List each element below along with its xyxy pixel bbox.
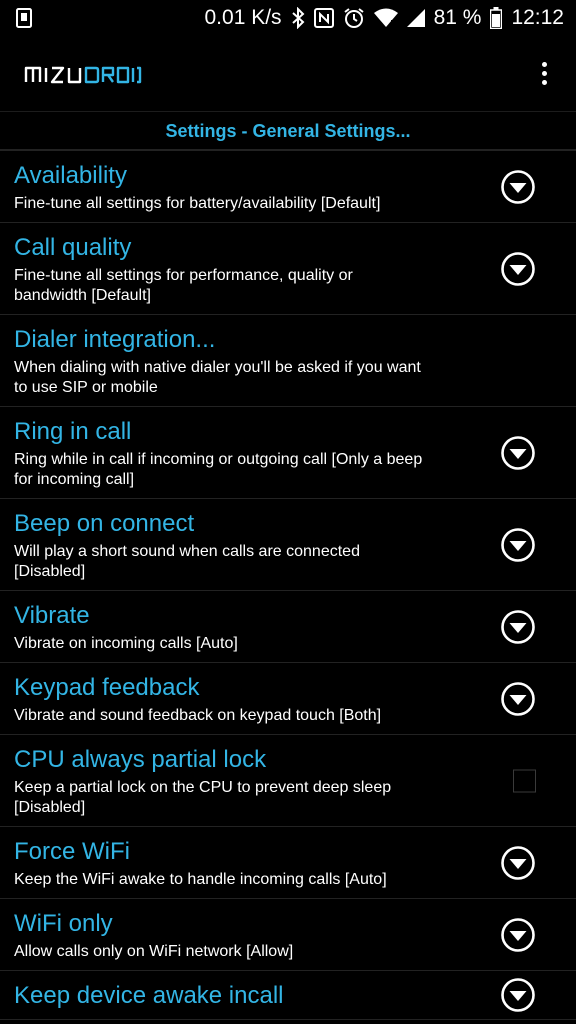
app-logo xyxy=(24,64,142,84)
pref-summary: Ring while in call if incoming or outgoi… xyxy=(14,451,423,488)
app-bar xyxy=(0,36,576,112)
pref-item-keep-device-awake-incall[interactable]: Keep device awake incall xyxy=(0,971,576,1020)
cell-signal-icon xyxy=(406,9,425,27)
pref-summary: Allow calls only on WiFi network [Allow] xyxy=(14,943,294,960)
dropdown-arrow-icon[interactable] xyxy=(500,609,536,645)
pref-title: CPU always partial lock xyxy=(14,746,267,773)
pref-item-ring-in-call[interactable]: Ring in call Ring while in call if incomi… xyxy=(0,407,576,499)
pref-item-availability[interactable]: Availability Fine-tune all settings for b… xyxy=(0,151,576,223)
pref-title: WiFi only xyxy=(14,910,113,937)
dropdown-arrow-icon[interactable] xyxy=(500,251,536,287)
pref-summary: Vibrate on incoming calls [Auto] xyxy=(14,635,238,652)
pref-title: Call quality xyxy=(14,234,132,261)
pref-summary: When dialing with native dialer you'll b… xyxy=(14,359,421,396)
pref-item-vibrate[interactable]: Vibrate Vibrate on incoming calls [Auto] xyxy=(0,591,576,663)
checkbox[interactable] xyxy=(513,769,536,792)
preferences-list: Availability Fine-tune all settings for b… xyxy=(0,151,576,1020)
pref-item-beep-on-connect[interactable]: Beep on connect Will play a short sound w… xyxy=(0,499,576,591)
pref-summary: Fine-tune all settings for battery/avail… xyxy=(14,195,381,212)
bluetooth-icon xyxy=(291,7,305,29)
pref-item-wifi-only[interactable]: WiFi only Allow calls only on WiFi networ… xyxy=(0,899,576,971)
dropdown-arrow-icon[interactable] xyxy=(500,917,536,953)
pref-item-call-quality[interactable]: Call quality Fine-tune all settings for p… xyxy=(0,223,576,315)
pref-title: Keypad feedback xyxy=(14,674,200,701)
pref-summary: Keep a partial lock on the CPU to preven… xyxy=(14,779,392,816)
section-header: Settings - General Settings... xyxy=(0,113,576,151)
pref-summary: Vibrate and sound feedback on keypad tou… xyxy=(14,707,382,724)
pref-title: Keep device awake incall xyxy=(14,982,284,1009)
dropdown-arrow-icon[interactable] xyxy=(500,845,536,881)
pref-item-cpu-always-partial-lock[interactable]: CPU always partial lock Keep a partial lo… xyxy=(0,735,576,827)
pref-title: Force WiFi xyxy=(14,838,130,865)
overflow-dot xyxy=(541,80,547,85)
pref-item-force-wifi[interactable]: Force WiFi Keep the WiFi awake to handle … xyxy=(0,827,576,899)
wifi-icon xyxy=(373,8,398,28)
battery-percent: 81 % xyxy=(433,6,482,29)
overflow-dot xyxy=(541,62,547,67)
sim-notification-icon xyxy=(16,8,32,28)
battery-icon xyxy=(490,7,503,29)
pref-title: Vibrate xyxy=(14,602,90,629)
overflow-menu-button[interactable] xyxy=(528,54,560,94)
dropdown-arrow-icon[interactable] xyxy=(500,169,536,205)
dropdown-arrow-icon[interactable] xyxy=(500,977,536,1013)
dropdown-arrow-icon[interactable] xyxy=(500,527,536,563)
pref-summary: Fine-tune all settings for performance, … xyxy=(14,267,353,304)
pref-summary: Will play a short sound when calls are c… xyxy=(14,543,360,580)
clock: 12:12 xyxy=(511,6,564,29)
status-bar: 0.01 K/s 81 % 12:12 xyxy=(0,0,576,36)
pref-title: Availability xyxy=(14,162,127,189)
pref-title: Ring in call xyxy=(14,418,132,445)
dropdown-arrow-icon[interactable] xyxy=(500,435,536,471)
pref-item-dialer-integration[interactable]: Dialer integration... When dialing with n… xyxy=(0,315,576,407)
dropdown-arrow-icon[interactable] xyxy=(500,681,536,717)
network-speed: 0.01 K/s xyxy=(204,6,282,29)
nfc-icon xyxy=(313,8,334,28)
pref-item-keypad-feedback[interactable]: Keypad feedback Vibrate and sound feedbac… xyxy=(0,663,576,735)
alarm-icon xyxy=(343,7,365,29)
pref-summary: Keep the WiFi awake to handle incoming c… xyxy=(14,871,387,888)
overflow-dot xyxy=(541,71,547,76)
pref-title: Beep on connect xyxy=(14,510,195,537)
checkbox-container xyxy=(513,769,536,792)
pref-title: Dialer integration... xyxy=(14,326,216,353)
